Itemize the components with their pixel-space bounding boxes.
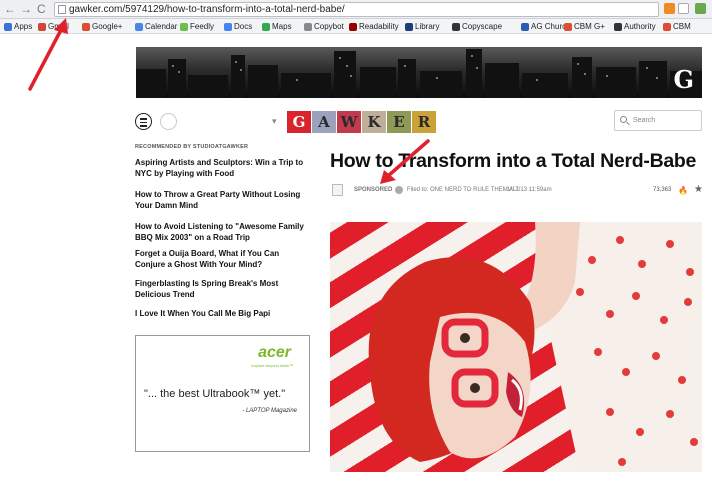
bookmark-item[interactable]: Gmail	[38, 19, 69, 34]
ad-quote: "... the best Ultrabook™ yet."	[144, 388, 286, 400]
acer-logo: acer	[258, 344, 291, 361]
bookmark-favicon-icon	[4, 22, 12, 31]
rss-icon[interactable]	[664, 3, 675, 14]
search-input[interactable]: Search	[614, 110, 702, 131]
forward-icon[interactable]: →	[20, 2, 32, 16]
article-meta: SPONSORED Filed to: ONE NERD TO RULE THE…	[332, 184, 704, 198]
bookmark-item[interactable]: CBM	[663, 19, 691, 34]
bookmark-label: Readability	[359, 22, 399, 31]
bookmark-favicon-icon	[180, 22, 188, 31]
logo-letter: K	[362, 111, 386, 133]
search-icon	[620, 116, 627, 123]
gawker-logo[interactable]: GAWKER	[287, 111, 436, 133]
bookmark-label: Copyscape	[462, 22, 503, 31]
bookmark-favicon-icon	[564, 22, 572, 31]
bookmark-label: Library	[415, 22, 440, 31]
recommended-link[interactable]: I Love It When You Call Me Big Papi	[135, 308, 310, 319]
recommended-heading: RECOMMENDED BY STUDIOATGAWKER	[135, 144, 249, 150]
article-hero-image	[330, 222, 702, 472]
header-g-logo: G	[673, 65, 695, 94]
extension-icon[interactable]	[695, 3, 706, 14]
bookmark-favicon-icon	[262, 22, 270, 31]
bookmark-label: Authority	[624, 22, 656, 31]
bookmark-label: Maps	[272, 22, 292, 31]
bookmark-label: Feedly	[190, 22, 215, 31]
address-bar[interactable]: gawker.com/5974129/how-to-transform-into…	[54, 2, 659, 17]
bookmark-label: Google+	[92, 22, 123, 31]
browser-toolbar: ← → C gawker.com/5974129/how-to-transfor…	[0, 0, 712, 19]
bookmark-item[interactable]: Library	[405, 19, 439, 34]
star-icon[interactable]: ★	[694, 184, 703, 195]
logo-letter: G	[287, 111, 311, 133]
ad-source: - LAPTOP Magazine	[242, 408, 297, 414]
logo-letter: R	[412, 111, 436, 133]
bookmark-item[interactable]: Docs	[224, 19, 252, 34]
acer-tagline: explore beyond limits™	[251, 363, 293, 368]
sponsored-label[interactable]: SPONSORED	[354, 187, 392, 193]
article-timestamp: 1/17/13 11:59am	[507, 187, 552, 193]
bookmark-favicon-icon	[304, 22, 312, 31]
view-count: 73,363	[653, 187, 672, 193]
logo-letter: E	[387, 111, 411, 133]
bookmark-favicon-icon	[452, 22, 460, 31]
bookmark-favicon-icon	[38, 22, 46, 31]
recommended-link[interactable]: Fingerblasting Is Spring Break's Most De…	[135, 278, 310, 300]
reload-icon[interactable]: C	[37, 2, 46, 16]
bookmark-label: Gmail	[48, 22, 69, 31]
bookmark-favicon-icon	[82, 22, 90, 31]
url-text: gawker.com/5974129/how-to-transform-into…	[69, 4, 345, 15]
author-avatar	[332, 184, 343, 196]
bookmark-favicon-icon	[614, 22, 622, 31]
bookmark-label: CBM	[673, 22, 691, 31]
article-title: How to Transform into a Total Nerd-Babe	[330, 150, 697, 172]
bookmark-label: Docs	[234, 22, 253, 31]
dropdown-arrow-icon[interactable]: ▾	[272, 116, 277, 127]
bookmark-label: Copybot	[314, 22, 344, 31]
hero-photo-illustration	[368, 222, 702, 472]
logo-letter: A	[312, 111, 336, 133]
bookmark-item[interactable]: CBM G+	[564, 19, 605, 34]
page-icon	[58, 5, 66, 14]
filed-to-link[interactable]: Filed to: ONE NERD TO RULE THEM ALL	[407, 187, 520, 193]
bookmark-item[interactable]: Feedly	[180, 19, 214, 34]
recommended-link[interactable]: Aspiring Artists and Sculptors: Win a Tr…	[135, 157, 310, 179]
skyline-image	[136, 49, 702, 98]
recommended-link[interactable]: How to Throw a Great Party Without Losin…	[135, 189, 310, 211]
bookmark-favicon-icon	[663, 22, 671, 31]
tag-icon	[395, 186, 403, 194]
bookmark-label: Apps	[14, 22, 33, 31]
bookmark-item[interactable]: Apps	[4, 19, 32, 34]
bookmark-item[interactable]: Copyscape	[452, 19, 502, 34]
bookmark-favicon-icon	[405, 22, 413, 31]
bookmark-favicon-icon	[521, 22, 529, 31]
recommended-link[interactable]: Forget a Ouija Board, What if You Can Co…	[135, 248, 310, 270]
bookmark-item[interactable]: Calendar	[135, 19, 177, 34]
bookmark-item[interactable]: Copybot	[304, 19, 344, 34]
recommended-link[interactable]: How to Avoid Listening to "Awesome Famil…	[135, 221, 310, 243]
bookmarks-bar: Apps Gmail Google+ Calendar Feedly Docs Maps Co…	[0, 19, 712, 34]
bookmark-favicon-icon	[224, 22, 232, 31]
user-circle-button[interactable]	[160, 113, 177, 130]
menu-button[interactable]	[135, 113, 152, 130]
acer-ad[interactable]: acer explore beyond limits™ "... the bes…	[135, 335, 310, 452]
bookmark-favicon-icon	[135, 22, 143, 31]
header-banner: G	[136, 47, 702, 98]
search-placeholder: Search	[633, 117, 656, 124]
logo-letter: W	[337, 111, 361, 133]
bookmark-label: Calendar	[145, 22, 178, 31]
flame-icon: 🔥	[678, 186, 688, 195]
bookmark-item[interactable]: Authority	[614, 19, 656, 34]
bookmark-favicon-icon	[349, 22, 357, 31]
bookmark-label: CBM G+	[574, 22, 605, 31]
bookmark-item[interactable]: Readability	[349, 19, 399, 34]
bookmark-item[interactable]: Maps	[262, 19, 292, 34]
bookmark-star-icon[interactable]	[678, 3, 689, 14]
back-icon[interactable]: ←	[4, 2, 16, 16]
bookmark-item[interactable]: Google+	[82, 19, 122, 34]
